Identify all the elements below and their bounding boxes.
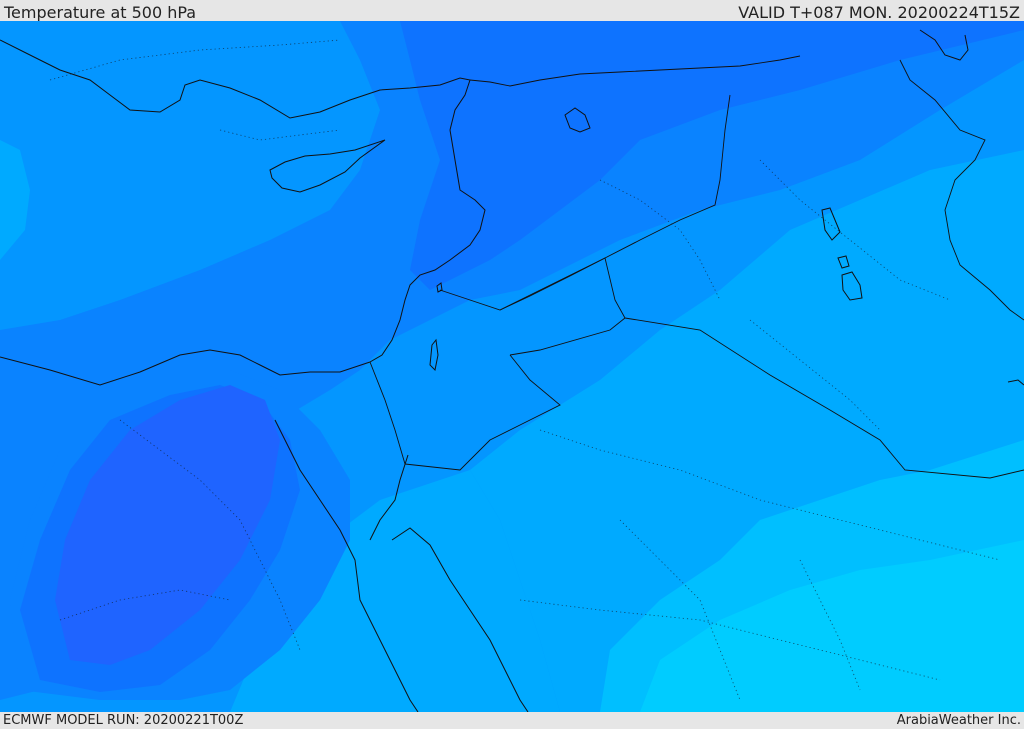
footer-bar: ECMWF MODEL RUN: 20200221T00Z ArabiaWeat… — [0, 712, 1024, 729]
map-title: Temperature at 500 hPa — [4, 3, 197, 22]
header-bar: Temperature at 500 hPa VALID T+087 MON. … — [0, 0, 1024, 22]
valid-time: VALID T+087 MON. 20200224T15Z — [738, 3, 1020, 22]
temperature-map — [0, 21, 1024, 712]
model-run-label: ECMWF MODEL RUN: 20200221T00Z — [3, 713, 244, 728]
map-canvas — [0, 21, 1024, 712]
credit-label: ArabiaWeather Inc. — [896, 713, 1021, 728]
